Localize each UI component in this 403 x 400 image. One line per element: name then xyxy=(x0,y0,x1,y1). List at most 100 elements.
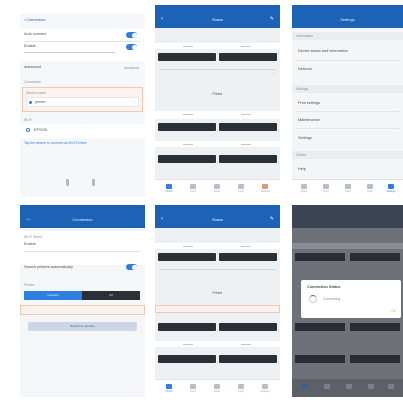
tab-home[interactable]: Home xyxy=(165,184,173,193)
enable-toggle[interactable] xyxy=(126,44,137,50)
status-button[interactable] xyxy=(158,253,216,261)
edit-icon[interactable]: ✎ xyxy=(270,216,274,222)
tab-scan[interactable]: Scan xyxy=(344,184,352,193)
tab-bar: Home Print Scan Copy Settings xyxy=(155,179,280,197)
tab-copy[interactable]: Copy xyxy=(237,384,245,393)
segment-off[interactable]: Off xyxy=(82,291,140,300)
header-title: Connection xyxy=(72,217,93,222)
tab-copy[interactable]: Copy xyxy=(237,184,245,193)
status-button[interactable] xyxy=(158,155,216,163)
tab-copy[interactable]: Copy xyxy=(366,184,374,193)
info-icon[interactable] xyxy=(92,179,95,186)
tab-settings[interactable]: Settings xyxy=(386,184,396,193)
tab-label: Scan xyxy=(214,190,220,193)
segment-connect[interactable]: Connect xyxy=(24,291,82,300)
header-bar: Status ‹ ✎ xyxy=(155,205,280,228)
status-button[interactable] xyxy=(219,123,277,131)
settings-item[interactable]: Maintenance xyxy=(298,118,320,123)
tab-bar-dimmed xyxy=(292,379,403,397)
dialog-ok-button[interactable]: OK xyxy=(391,309,396,313)
auto-connect-toggle[interactable] xyxy=(126,32,137,38)
wifi-radio-icon xyxy=(26,128,30,132)
back-icon[interactable]: ‹ xyxy=(161,216,163,222)
status-button[interactable] xyxy=(219,253,277,261)
status-bar xyxy=(20,5,145,14)
tab-home[interactable]: Home xyxy=(165,384,173,393)
dimmed-button xyxy=(350,323,400,331)
copy-icon xyxy=(367,184,373,189)
tab-print[interactable]: Print xyxy=(189,384,197,393)
share-icon[interactable] xyxy=(66,179,69,186)
print-icon xyxy=(190,384,196,389)
chevron-right-icon: › xyxy=(133,100,135,104)
advanced-value[interactable]: Advanced xyxy=(124,66,139,70)
settings-item[interactable]: Print settings xyxy=(298,101,320,106)
section-header: Settings xyxy=(292,85,403,93)
wifi-direct-label: Wi-Fi Direct xyxy=(24,235,42,239)
gear-icon xyxy=(388,184,394,189)
settings-item[interactable]: Network xyxy=(298,67,312,72)
status-button[interactable] xyxy=(219,155,277,163)
status-button[interactable] xyxy=(158,53,216,61)
scan-icon xyxy=(345,184,351,189)
search-printers-button[interactable]: Search for printers xyxy=(28,322,137,331)
scan-icon xyxy=(346,384,352,389)
status-button[interactable] xyxy=(158,323,216,331)
tab-label: Settings xyxy=(386,190,396,193)
header-bar: ← Connection xyxy=(20,205,145,228)
device-name-input[interactable]: printer › xyxy=(26,97,139,107)
dimmed-button xyxy=(350,253,400,261)
home-icon xyxy=(166,384,172,389)
auto-search-toggle[interactable] xyxy=(126,264,137,270)
status-button[interactable] xyxy=(158,123,216,131)
wifi-item-label: EPSON xyxy=(34,128,48,132)
center-label: Printer xyxy=(212,291,223,295)
back-link[interactable]: ‹ Connection xyxy=(24,18,46,23)
settings-item[interactable]: Settings xyxy=(298,136,312,141)
section-header: Others xyxy=(292,151,403,159)
ink-level-row xyxy=(155,43,280,49)
tab-print[interactable]: Print xyxy=(322,184,330,193)
dimmed-button xyxy=(295,355,345,363)
edit-icon[interactable]: ✎ xyxy=(270,16,274,22)
tab-label: Copy xyxy=(238,390,244,393)
settings-item[interactable]: Device status and information xyxy=(298,49,348,54)
connection-dialog: Connection Status Connecting... OK xyxy=(301,280,401,318)
header-bar: Settings xyxy=(292,5,403,28)
tab-scan[interactable]: Scan xyxy=(213,384,221,393)
highlight-box xyxy=(155,305,280,313)
tab-home[interactable]: Home xyxy=(300,184,308,193)
header-bar: Status ‹ ✎ xyxy=(155,5,280,28)
divider-row xyxy=(155,341,280,347)
dimmed-button xyxy=(350,355,400,363)
radio-icon xyxy=(29,101,32,104)
tab-scan[interactable]: Scan xyxy=(213,184,221,193)
section-header: Information xyxy=(292,32,403,40)
status-button[interactable] xyxy=(219,355,277,363)
print-icon xyxy=(190,184,196,189)
divider-row xyxy=(155,111,280,119)
help-note[interactable]: Tap the device to connect via Wi-Fi Dire… xyxy=(24,141,86,145)
tab-print[interactable]: Print xyxy=(189,184,197,193)
slider-track[interactable] xyxy=(24,52,115,53)
print-icon xyxy=(323,184,329,189)
center-label: Printer xyxy=(212,92,223,96)
status-button[interactable] xyxy=(158,355,216,363)
gear-icon xyxy=(262,384,268,389)
wifi-item[interactable]: EPSON xyxy=(20,124,145,138)
tab-bar: Home Print Scan Copy Settings xyxy=(155,379,280,397)
tab-label: Scan xyxy=(345,190,351,193)
tab-label: Copy xyxy=(367,190,373,193)
tab-settings[interactable]: Settings xyxy=(260,384,270,393)
tab-label: Home xyxy=(300,190,308,193)
tab-settings[interactable]: Settings xyxy=(260,184,270,193)
gear-icon xyxy=(388,384,394,389)
wifi-section-label: Wi-Fi xyxy=(24,118,32,122)
back-icon[interactable]: ‹ xyxy=(161,16,163,22)
tab-label: Settings xyxy=(260,390,270,393)
status-button[interactable] xyxy=(219,323,277,331)
settings-item[interactable]: Help xyxy=(298,167,306,172)
highlight-box xyxy=(20,305,145,315)
status-button[interactable] xyxy=(219,53,277,61)
print-icon xyxy=(324,384,330,389)
